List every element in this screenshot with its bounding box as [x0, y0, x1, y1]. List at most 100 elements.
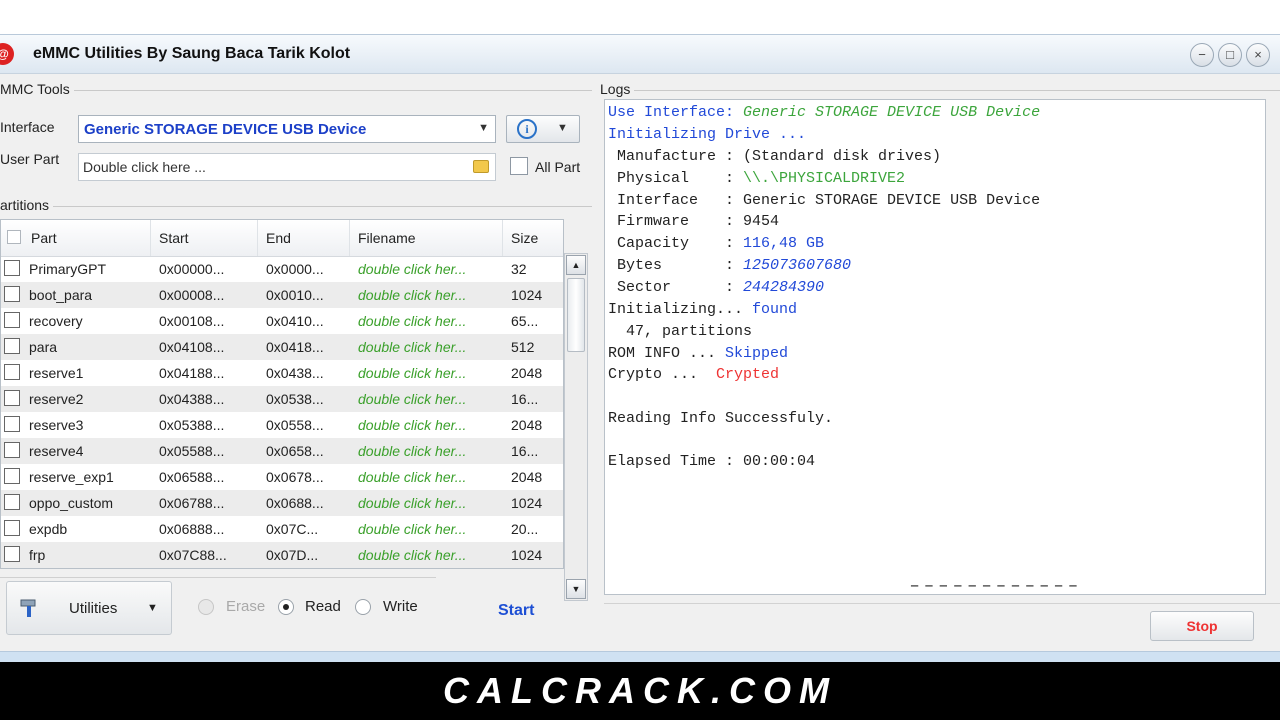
- all-part-label: All Part: [535, 159, 581, 175]
- cell-end: 0x0688...: [266, 495, 324, 511]
- row-checkbox[interactable]: [4, 364, 20, 380]
- table-row[interactable]: PrimaryGPT 0x00000... 0x0000... double clic…: [1, 256, 563, 282]
- cell-start: 0x05388...: [159, 417, 225, 433]
- watermark-text: CALCRACK.COM: [443, 670, 837, 711]
- scroll-down-icon[interactable]: ▼: [566, 579, 586, 599]
- table-row[interactable]: oppo_custom 0x06788... 0x0688... double cli…: [1, 490, 563, 516]
- actions-separator: [0, 577, 436, 578]
- cell-filename[interactable]: double click her...: [358, 308, 498, 334]
- cell-filename[interactable]: double click her...: [358, 412, 498, 438]
- cell-size: 16...: [511, 443, 539, 459]
- info-icon: i: [517, 119, 537, 139]
- log-line: Use Interface: Generic STORAGE DEVICE US…: [608, 104, 1041, 121]
- cell-end: 0x0558...: [266, 417, 324, 433]
- row-checkbox[interactable]: [4, 546, 20, 562]
- cell-part: para: [29, 339, 58, 355]
- row-checkbox[interactable]: [4, 390, 20, 406]
- erase-radio[interactable]: [198, 599, 214, 615]
- minimize-icon[interactable]: −: [1190, 43, 1214, 67]
- table-row[interactable]: reserve4 0x05588... 0x0658... double click …: [1, 438, 563, 464]
- cell-filename[interactable]: double click her...: [358, 542, 498, 568]
- log-line: Initializing Drive ...: [608, 126, 807, 143]
- info-dropdown-button[interactable]: i ▼: [506, 115, 580, 143]
- table-row[interactable]: recovery 0x00108... 0x0410... double click …: [1, 308, 563, 334]
- cell-end: 0x07D...: [266, 547, 319, 563]
- logs-group-label: Logs: [600, 81, 635, 97]
- cell-filename[interactable]: double click her...: [358, 490, 498, 516]
- emmc-utilities-window: @ eMMC Utilities By Saung Baca Tarik Kol…: [0, 34, 1280, 662]
- select-all-checkbox[interactable]: [7, 230, 21, 244]
- cell-part: reserve1: [29, 365, 84, 381]
- log-line: Capacity : 116,48 GB: [608, 235, 825, 252]
- cell-part: recovery: [29, 313, 83, 329]
- row-checkbox[interactable]: [4, 312, 20, 328]
- cell-filename[interactable]: double click her...: [358, 516, 498, 542]
- row-checkbox[interactable]: [4, 286, 20, 302]
- cell-size: 1024: [511, 547, 543, 563]
- cell-start: 0x04388...: [159, 391, 225, 407]
- row-checkbox[interactable]: [4, 468, 20, 484]
- cell-size: 1024: [511, 287, 543, 303]
- cell-size: 65...: [511, 313, 539, 329]
- cell-start: 0x00008...: [159, 287, 225, 303]
- col-header-size[interactable]: Size: [503, 220, 563, 256]
- interface-select[interactable]: Generic STORAGE DEVICE USB Device ▼: [78, 115, 496, 143]
- table-row[interactable]: boot_para 0x00008... 0x0010... double click…: [1, 282, 563, 308]
- table-row[interactable]: reserve3 0x05388... 0x0558... double click …: [1, 412, 563, 438]
- window-title: eMMC Utilities By Saung Baca Tarik Kolot: [33, 45, 351, 62]
- cell-filename[interactable]: double click her...: [358, 256, 498, 282]
- read-radio[interactable]: [278, 599, 294, 615]
- log-line: Initializing... found: [608, 301, 798, 318]
- col-header-start[interactable]: Start: [151, 220, 258, 256]
- table-row[interactable]: reserve1 0x04188... 0x0438... double click …: [1, 360, 563, 386]
- log-panel: Use Interface: Generic STORAGE DEVICE US…: [604, 99, 1266, 595]
- erase-label: Erase: [226, 598, 266, 615]
- cell-filename[interactable]: double click her...: [358, 360, 498, 386]
- cell-start: 0x04108...: [159, 339, 225, 355]
- col-header-part[interactable]: Part: [1, 220, 151, 256]
- cell-filename[interactable]: double click her...: [358, 334, 498, 360]
- cell-part: PrimaryGPT: [29, 261, 106, 277]
- user-part-label: User Part: [0, 151, 60, 167]
- scroll-thumb[interactable]: [567, 278, 585, 352]
- write-radio[interactable]: [355, 599, 371, 615]
- table-row[interactable]: reserve_exp1 0x06588... 0x0678... double cl…: [1, 464, 563, 490]
- row-checkbox[interactable]: [4, 260, 20, 276]
- row-checkbox[interactable]: [4, 442, 20, 458]
- maximize-icon[interactable]: □: [1218, 43, 1242, 67]
- cell-filename[interactable]: double click her...: [358, 464, 498, 490]
- row-checkbox[interactable]: [4, 416, 20, 432]
- stop-button[interactable]: Stop: [1150, 611, 1254, 641]
- title-bar: @ eMMC Utilities By Saung Baca Tarik Kol…: [0, 35, 1280, 74]
- scroll-up-icon[interactable]: ▲: [566, 255, 586, 275]
- cell-filename[interactable]: double click her...: [358, 438, 498, 464]
- log-line: Crypto ... Crypted: [608, 366, 780, 383]
- cell-start: 0x05588...: [159, 443, 225, 459]
- row-checkbox[interactable]: [4, 338, 20, 354]
- partitions-group-label: artitions: [0, 197, 54, 213]
- table-row[interactable]: reserve2 0x04388... 0x0538... double click …: [1, 386, 563, 412]
- interface-select-value: Generic STORAGE DEVICE USB Device: [84, 121, 367, 138]
- row-checkbox[interactable]: [4, 520, 20, 536]
- table-row[interactable]: para 0x04108... 0x0418... double click her.…: [1, 334, 563, 360]
- user-part-field[interactable]: Double click here ...: [78, 153, 496, 181]
- table-scrollbar[interactable]: ▲ ▼: [564, 253, 588, 601]
- utilities-dropdown-button[interactable]: Utilities ▼: [6, 581, 172, 635]
- col-header-filename[interactable]: Filename: [350, 220, 503, 256]
- col-header-end[interactable]: End: [258, 220, 350, 256]
- close-icon[interactable]: ×: [1246, 43, 1270, 67]
- row-checkbox[interactable]: [4, 494, 20, 510]
- cell-filename[interactable]: double click her...: [358, 282, 498, 308]
- partitions-group-line: [0, 206, 592, 207]
- all-part-checkbox[interactable]: [510, 157, 528, 175]
- log-line: Elapsed Time : 00:00:04: [608, 453, 816, 470]
- table-row[interactable]: frp 0x07C88... 0x07D... double click her...…: [1, 542, 563, 568]
- log-progress-marks: — — — — — — — — — — — —: [911, 579, 1077, 593]
- cell-end: 0x0538...: [266, 391, 324, 407]
- folder-icon[interactable]: [473, 160, 489, 173]
- table-row[interactable]: expdb 0x06888... 0x07C... double click her.…: [1, 516, 563, 542]
- cell-start: 0x06588...: [159, 469, 225, 485]
- start-button[interactable]: Start: [498, 602, 534, 620]
- cell-part: frp: [29, 547, 46, 563]
- cell-filename[interactable]: double click her...: [358, 386, 498, 412]
